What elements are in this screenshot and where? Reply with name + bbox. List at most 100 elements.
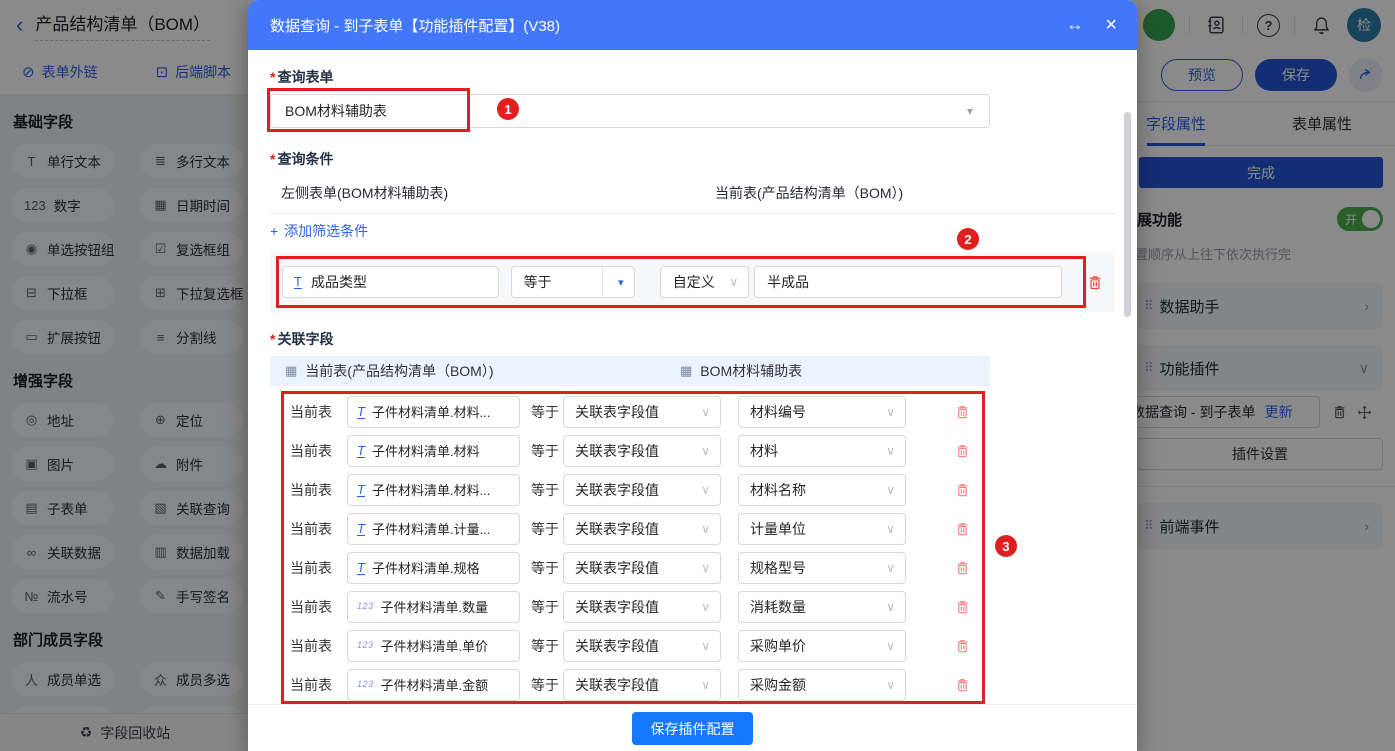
chevron-down-icon: ∨ [886, 522, 895, 536]
modal-scrollbar[interactable] [1124, 112, 1131, 317]
dialog-header[interactable]: 数据查询 - 到子表单【功能插件配置】(V38) ↔ × [248, 0, 1137, 50]
mapping-row: 当前表 T 子件材料清单.计量... 等于 关联表字段值 ∨ 计量单位 ∨ [270, 509, 1115, 548]
query-form-label: * 查询表单 [270, 68, 1115, 86]
condition-value-type-select[interactable]: 自定义 ∨ [660, 266, 749, 298]
scope-label: 当前表 [290, 636, 347, 656]
chevron-down-icon: ∨ [886, 483, 895, 497]
source-field-select[interactable]: T 子件材料清单.计量... [347, 513, 520, 545]
mode-select[interactable]: 关联表字段值 ∨ [563, 474, 721, 506]
query-form-select[interactable]: BOM材料辅助表 ▾ [270, 94, 990, 128]
text-field-icon: T [294, 275, 302, 289]
field-type-icon: T [357, 444, 365, 458]
chevron-down-icon: ∨ [701, 522, 710, 536]
delete-row-button[interactable] [955, 443, 970, 459]
chevron-down-icon: ∨ [886, 561, 895, 575]
source-field-select[interactable]: 123 子件材料清单.数量 [347, 591, 520, 623]
target-field-select[interactable]: 材料名称 ∨ [738, 474, 906, 506]
dialog-footer: 保存插件配置 [248, 704, 1137, 751]
chevron-down-icon: ∨ [729, 275, 738, 289]
divider [602, 267, 603, 297]
field-type-icon: T [357, 483, 365, 497]
chevron-down-icon: ∨ [701, 639, 710, 653]
dialog-title: 数据查询 - 到子表单【功能插件配置】(V38) [270, 15, 560, 36]
close-dialog-icon[interactable]: × [1105, 14, 1117, 37]
source-field-select[interactable]: 123 子件材料清单.金额 [347, 669, 520, 701]
field-type-icon: 123 [357, 602, 374, 611]
mapping-header-left: 当前表(产品结构清单（BOM）) [305, 361, 493, 381]
delete-row-button[interactable] [955, 677, 970, 693]
operator-label: 等于 [531, 558, 561, 578]
mapping-row: 当前表 T 子件材料清单.材料 等于 关联表字段值 ∨ 材料 ∨ [270, 431, 1115, 470]
required-mark: * [270, 151, 275, 167]
condition-value-input[interactable]: 半成品 [754, 266, 1062, 298]
target-field-select[interactable]: 规格型号 ∨ [738, 552, 906, 584]
mapping-label: * 关联字段 [270, 330, 1115, 348]
operator-label: 等于 [531, 480, 561, 500]
source-field-select[interactable]: 123 子件材料清单.单价 [347, 630, 520, 662]
source-field-select[interactable]: T 子件材料清单.材料... [347, 396, 520, 428]
target-field-select[interactable]: 材料编号 ∨ [738, 396, 906, 428]
chevron-down-icon: ∨ [886, 678, 895, 692]
target-field-select[interactable]: 材料 ∨ [738, 435, 906, 467]
table-icon: ▦ [285, 363, 297, 379]
left-table-label: 左侧表单(BOM材料辅助表) [281, 183, 715, 200]
scope-label: 当前表 [290, 519, 347, 539]
field-type-icon: T [357, 522, 365, 536]
delete-condition-button[interactable] [1087, 274, 1103, 291]
scope-label: 当前表 [290, 480, 347, 500]
dropdown-arrow-icon: ▾ [967, 104, 973, 118]
chevron-down-icon: ∨ [886, 600, 895, 614]
scope-label: 当前表 [290, 441, 347, 461]
plus-icon: + [270, 223, 278, 239]
expand-dialog-icon[interactable]: ↔ [1066, 15, 1083, 35]
chevron-down-icon: ∨ [701, 678, 710, 692]
mode-select[interactable]: 关联表字段值 ∨ [563, 396, 721, 428]
field-type-icon: 123 [357, 680, 374, 689]
mapping-header-right: BOM材料辅助表 [700, 361, 802, 381]
condition-operator-select[interactable]: 等于 ▾ [511, 266, 635, 298]
source-field-select[interactable]: T 子件材料清单.材料... [347, 474, 520, 506]
chevron-down-icon: ∨ [701, 561, 710, 575]
field-type-icon: T [357, 561, 365, 575]
mode-select[interactable]: 关联表字段值 ∨ [563, 513, 721, 545]
filter-condition-row: T 成品类型 等于 ▾ 自定义 ∨ 半成品 [270, 252, 1115, 312]
mapping-header: ▦ 当前表(产品结构清单（BOM）) ▦ BOM材料辅助表 [270, 356, 990, 386]
chevron-down-icon: ∨ [886, 405, 895, 419]
required-mark: * [270, 331, 275, 347]
save-plugin-config-button[interactable]: 保存插件配置 [632, 712, 753, 745]
source-field-select[interactable]: T 子件材料清单.规格 [347, 552, 520, 584]
target-field-select[interactable]: 采购单价 ∨ [738, 630, 906, 662]
operator-label: 等于 [531, 441, 561, 461]
query-condition-label: * 查询条件 [270, 150, 1115, 168]
scope-label: 当前表 [290, 597, 347, 617]
delete-row-button[interactable] [955, 599, 970, 615]
mode-select[interactable]: 关联表字段值 ∨ [563, 669, 721, 701]
source-field-select[interactable]: T 子件材料清单.材料 [347, 435, 520, 467]
delete-row-button[interactable] [955, 560, 970, 576]
chevron-down-icon: ∨ [886, 639, 895, 653]
delete-row-button[interactable] [955, 638, 970, 654]
mode-select[interactable]: 关联表字段值 ∨ [563, 552, 721, 584]
chevron-down-icon: ∨ [701, 444, 710, 458]
scope-label: 当前表 [290, 558, 347, 578]
field-type-icon: 123 [357, 641, 374, 650]
operator-label: 等于 [531, 519, 561, 539]
mode-select[interactable]: 关联表字段值 ∨ [563, 435, 721, 467]
mode-select[interactable]: 关联表字段值 ∨ [563, 591, 721, 623]
delete-row-button[interactable] [955, 482, 970, 498]
plugin-config-dialog: 数据查询 - 到子表单【功能插件配置】(V38) ↔ × * 查询表单 BOM材… [248, 0, 1137, 751]
chevron-down-icon: ∨ [701, 600, 710, 614]
chevron-down-icon: ∨ [701, 405, 710, 419]
required-mark: * [270, 69, 275, 85]
delete-row-button[interactable] [955, 404, 970, 420]
dialog-body: * 查询表单 BOM材料辅助表 ▾ * 查询条件 左侧表单(BOM材料辅助表) … [248, 50, 1137, 704]
target-field-select[interactable]: 采购金额 ∨ [738, 669, 906, 701]
target-field-select[interactable]: 计量单位 ∨ [738, 513, 906, 545]
target-field-select[interactable]: 消耗数量 ∨ [738, 591, 906, 623]
delete-row-button[interactable] [955, 521, 970, 537]
add-filter-link[interactable]: + 添加筛选条件 [270, 222, 368, 240]
mode-select[interactable]: 关联表字段值 ∨ [563, 630, 721, 662]
operator-label: 等于 [531, 675, 561, 695]
condition-field-select[interactable]: T 成品类型 [282, 266, 499, 298]
mapping-row: 当前表 T 子件材料清单.材料... 等于 关联表字段值 ∨ 材料编号 ∨ [270, 392, 1115, 431]
